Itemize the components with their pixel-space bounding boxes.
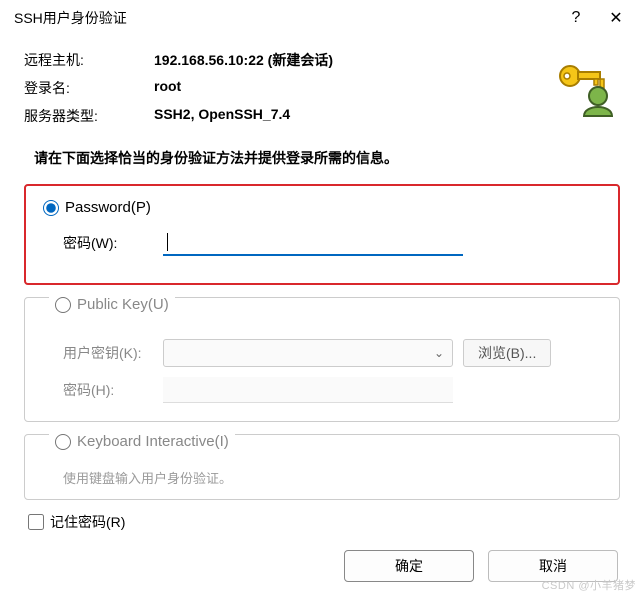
keyboard-radio[interactable] xyxy=(55,434,71,450)
passphrase-input xyxy=(163,377,453,403)
remote-host-label: 远程主机: xyxy=(24,50,154,70)
window-controls: ? ✕ xyxy=(556,2,636,34)
help-button[interactable]: ? xyxy=(556,2,596,34)
server-type-label: 服务器类型: xyxy=(24,106,154,126)
keyboard-hint: 使用键盘输入用户身份验证。 xyxy=(63,468,601,487)
publickey-radio-row[interactable]: Public Key(U) xyxy=(49,296,175,313)
close-button[interactable]: ✕ xyxy=(596,2,636,34)
login-value: root xyxy=(154,78,548,98)
password-radio-label: Password(P) xyxy=(65,199,151,216)
instruction-text: 请在下面选择恰当的身份验证方法并提供登录所需的信息。 xyxy=(34,148,620,168)
publickey-group: Public Key(U) 用户密钥(K): ⌄ 浏览(B)... 密码(H): xyxy=(24,297,620,422)
remember-password-row[interactable]: 记住密码(R) xyxy=(28,512,620,532)
watermark: CSDN @小羊猪梦 xyxy=(542,577,636,593)
server-type-value: SSH2, OpenSSH_7.4 xyxy=(154,106,548,126)
login-label: 登录名: xyxy=(24,78,154,98)
remember-password-checkbox[interactable] xyxy=(28,514,44,530)
chevron-down-icon: ⌄ xyxy=(434,346,444,360)
dialog-buttons: 确定 取消 xyxy=(24,550,620,582)
password-radio-row[interactable]: Password(P) xyxy=(43,199,601,216)
keyboard-group: Keyboard Interactive(I) 使用键盘输入用户身份验证。 xyxy=(24,434,620,500)
password-group: Password(P) 密码(W): xyxy=(24,184,620,285)
remember-password-label: 记住密码(R) xyxy=(50,512,125,532)
window-title: SSH用户身份验证 xyxy=(14,8,127,28)
connection-info: 远程主机: 192.168.56.10:22 (新建会话) 登录名: root … xyxy=(24,50,620,126)
browse-button[interactable]: 浏览(B)... xyxy=(463,339,551,367)
userkey-label: 用户密钥(K): xyxy=(63,343,153,363)
publickey-radio[interactable] xyxy=(55,297,71,313)
passphrase-label: 密码(H): xyxy=(63,380,153,400)
publickey-radio-label: Public Key(U) xyxy=(77,296,169,313)
userkey-combo[interactable]: ⌄ xyxy=(163,339,453,367)
password-radio[interactable] xyxy=(43,200,59,216)
ok-button[interactable]: 确定 xyxy=(344,550,474,582)
password-field-label: 密码(W): xyxy=(63,233,153,253)
remote-host-value: 192.168.56.10:22 (新建会话) xyxy=(154,50,548,70)
keyboard-radio-row[interactable]: Keyboard Interactive(I) xyxy=(49,433,235,450)
keyboard-radio-label: Keyboard Interactive(I) xyxy=(77,433,229,450)
titlebar: SSH用户身份验证 ? ✕ xyxy=(0,0,644,36)
text-caret xyxy=(167,233,168,251)
key-user-icon xyxy=(556,54,620,118)
password-input[interactable] xyxy=(163,230,463,256)
